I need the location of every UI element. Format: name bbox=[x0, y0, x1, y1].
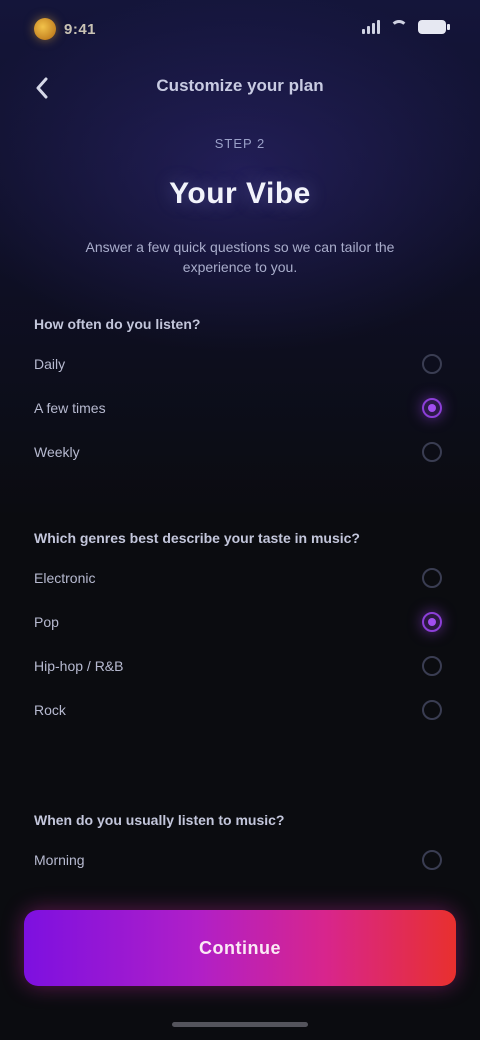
status-time: 9:41 bbox=[64, 20, 97, 38]
option-row[interactable]: Electronic bbox=[34, 556, 446, 600]
hero-title: Your Vibe bbox=[169, 177, 311, 210]
option-label: Daily bbox=[34, 356, 66, 372]
option-row[interactable]: A few times bbox=[34, 386, 446, 430]
back-button[interactable] bbox=[24, 70, 60, 106]
screen: 9:41 Customize your plan STEP 2 Your Vib… bbox=[0, 0, 480, 1040]
option-row[interactable]: Weekly bbox=[34, 430, 446, 474]
status-bar: 9:41 bbox=[0, 0, 480, 58]
question-section-3: When do you usually listen to music? Mor… bbox=[34, 810, 446, 882]
radio-button-selected[interactable] bbox=[422, 612, 442, 632]
question-title: When do you usually listen to music? bbox=[34, 812, 285, 828]
chevron-left-icon bbox=[36, 77, 48, 99]
option-row[interactable]: Hip-hop / R&B bbox=[34, 644, 446, 688]
option-row[interactable]: Pop bbox=[34, 600, 446, 644]
radio-button[interactable] bbox=[422, 850, 442, 870]
hero-kicker: STEP 2 bbox=[214, 136, 266, 151]
hero: STEP 2 Your Vibe Answer a few quick ques… bbox=[0, 134, 480, 294]
radio-button[interactable] bbox=[422, 656, 442, 676]
home-indicator bbox=[172, 1022, 308, 1027]
app-logo-icon bbox=[34, 18, 56, 40]
question-title: How often do you listen? bbox=[34, 316, 201, 332]
signal-icon bbox=[362, 20, 380, 34]
question-title: Which genres best describe your taste in… bbox=[34, 530, 360, 546]
radio-button-selected[interactable] bbox=[422, 398, 442, 418]
option-row[interactable]: Rock bbox=[34, 688, 446, 732]
continue-button[interactable]: Continue bbox=[24, 910, 456, 986]
status-icons bbox=[362, 20, 450, 34]
radio-button[interactable] bbox=[422, 442, 442, 462]
status-left: 9:41 bbox=[34, 18, 96, 40]
option-label: Weekly bbox=[34, 444, 80, 460]
radio-button[interactable] bbox=[422, 700, 442, 720]
question-section-2: Which genres best describe your taste in… bbox=[34, 528, 446, 732]
option-label: Hip-hop / R&B bbox=[34, 658, 124, 674]
wifi-icon bbox=[390, 20, 408, 34]
option-row[interactable]: Daily bbox=[34, 342, 446, 386]
battery-icon bbox=[418, 20, 450, 34]
question-section-1: How often do you listen? Daily A few tim… bbox=[34, 314, 446, 474]
nav-title: Customize your plan bbox=[156, 76, 324, 95]
option-label: Pop bbox=[34, 614, 59, 630]
option-row[interactable]: Morning bbox=[34, 838, 446, 882]
option-label: Morning bbox=[34, 852, 85, 868]
hero-description: Answer a few quick questions so we can t… bbox=[85, 239, 395, 275]
nav-bar: Customize your plan bbox=[0, 62, 480, 114]
option-label: A few times bbox=[34, 400, 106, 416]
cta-container: Continue bbox=[0, 888, 480, 1040]
option-label: Rock bbox=[34, 702, 66, 718]
radio-button[interactable] bbox=[422, 354, 442, 374]
option-label: Electronic bbox=[34, 570, 96, 586]
radio-button[interactable] bbox=[422, 568, 442, 588]
